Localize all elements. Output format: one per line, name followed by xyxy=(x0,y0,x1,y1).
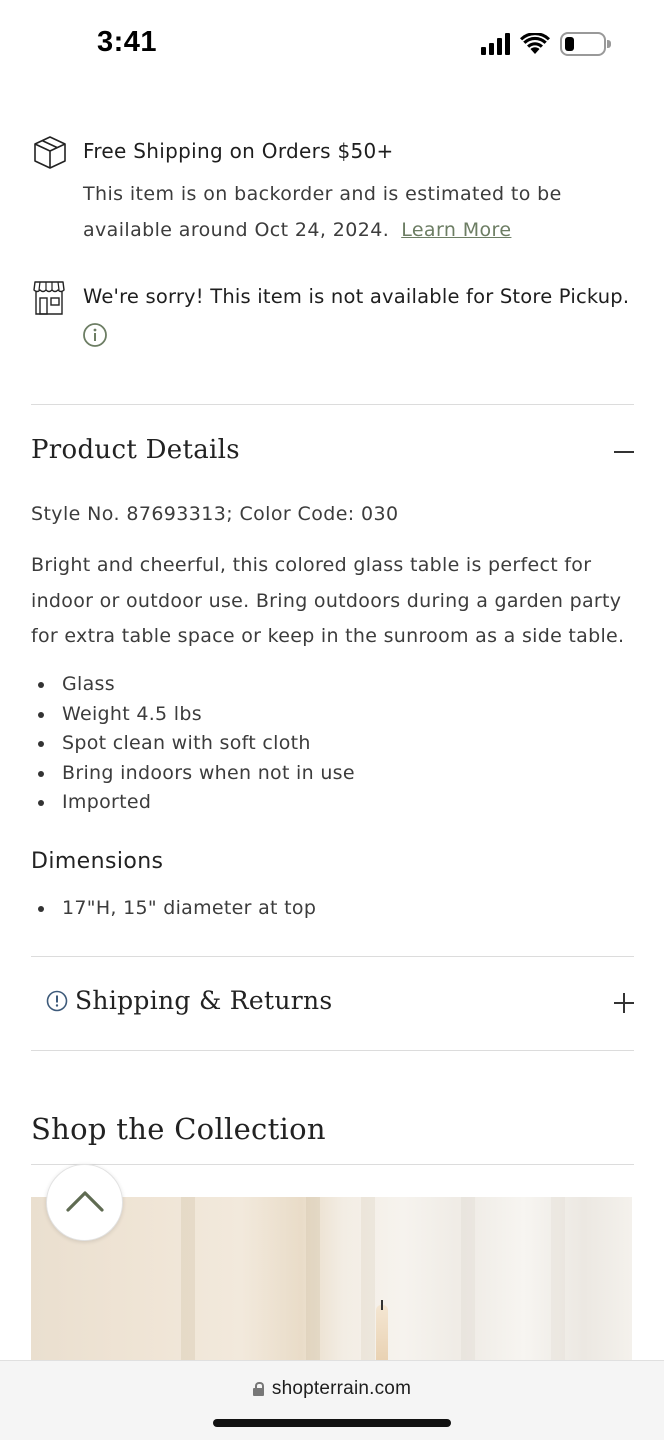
alert-icon xyxy=(46,990,68,1012)
wifi-icon xyxy=(520,33,550,54)
lock-icon xyxy=(252,1382,264,1396)
store-icon xyxy=(33,281,65,315)
feature-list: Glass Weight 4.5 lbs Spot clean with sof… xyxy=(31,670,355,818)
learn-more-link[interactable]: Learn More xyxy=(401,219,511,241)
feature-item: Imported xyxy=(31,788,355,818)
status-icons xyxy=(481,30,611,58)
shipping-title: Free Shipping on Orders $50+ xyxy=(83,139,394,163)
product-details-heading[interactable]: Product Details xyxy=(31,435,240,465)
feature-item: Glass xyxy=(31,670,355,700)
dimension-item: 17"H, 15" diameter at top xyxy=(31,894,316,924)
shipping-returns-accordion[interactable]: Shipping & Returns xyxy=(31,957,634,1050)
url-text: shopterrain.com xyxy=(271,1378,412,1399)
feature-item: Weight 4.5 lbs xyxy=(31,700,355,730)
pickup-unavailable-text: We're sorry! This item is not available … xyxy=(83,285,630,308)
divider xyxy=(31,404,634,405)
collapse-icon[interactable] xyxy=(614,451,634,453)
home-indicator[interactable] xyxy=(213,1419,451,1427)
dimensions-heading: Dimensions xyxy=(31,849,164,874)
browser-url-bar[interactable]: shopterrain.com xyxy=(0,1360,664,1440)
box-icon xyxy=(34,136,66,169)
status-bar: 3:41 xyxy=(0,0,664,90)
collection-heading: Shop the Collection xyxy=(31,1112,326,1146)
dimensions-list: 17"H, 15" diameter at top xyxy=(31,894,316,924)
info-icon[interactable] xyxy=(82,322,108,348)
candle-wick xyxy=(381,1300,383,1310)
divider xyxy=(31,1050,634,1051)
scroll-to-top-button[interactable] xyxy=(46,1164,123,1241)
chevron-up-icon xyxy=(66,1191,104,1212)
url-display[interactable]: shopterrain.com xyxy=(0,1378,664,1400)
status-time: 3:41 xyxy=(97,26,158,58)
battery-icon xyxy=(560,32,611,56)
expand-icon[interactable] xyxy=(614,993,634,1013)
signal-icon xyxy=(481,33,510,55)
candle-image-detail xyxy=(376,1305,388,1365)
backorder-text: This item is on backorder and is estimat… xyxy=(83,176,623,248)
style-number: Style No. 87693313; Color Code: 030 xyxy=(31,503,399,525)
divider xyxy=(31,1164,634,1165)
feature-item: Bring indoors when not in use xyxy=(31,759,355,789)
feature-item: Spot clean with soft cloth xyxy=(31,729,355,759)
shipping-returns-heading: Shipping & Returns xyxy=(75,986,333,1015)
product-description: Bright and cheerful, this colored glass … xyxy=(31,554,625,647)
